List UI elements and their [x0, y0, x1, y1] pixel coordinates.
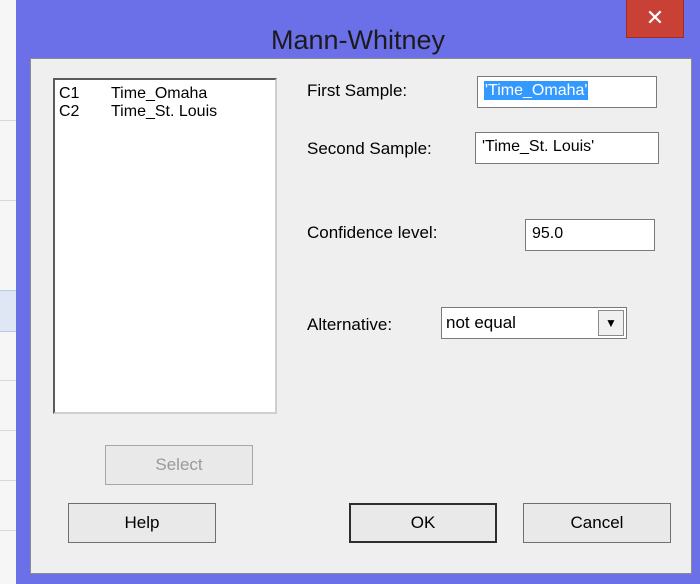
- alternative-value: not equal: [446, 313, 516, 332]
- alternative-label: Alternative:: [307, 315, 393, 334]
- first-sample-value: 'Time_Omaha': [484, 81, 589, 100]
- confidence-level-field[interactable]: 95.0: [525, 219, 655, 251]
- mann-whitney-dialog: Mann-Whitney ✕ C1 Time_Omaha C2 Time_St. L…: [16, 0, 700, 584]
- column-name: Time_St. Louis: [111, 103, 218, 120]
- column-id: C1: [59, 85, 80, 102]
- confidence-level-label: Confidence level:: [307, 223, 438, 242]
- close-button[interactable]: ✕: [626, 0, 684, 38]
- help-button[interactable]: Help: [68, 503, 216, 543]
- first-sample-label: First Sample:: [307, 81, 408, 100]
- chevron-down-icon[interactable]: ▼: [598, 310, 624, 336]
- column-name: Time_Omaha: [111, 85, 208, 102]
- confidence-level-value: 95.0: [532, 225, 564, 242]
- second-sample-value: 'Time_St. Louis': [482, 138, 595, 155]
- dialog-title: Mann-Whitney: [270, 25, 446, 55]
- select-button[interactable]: Select: [105, 445, 253, 485]
- list-item[interactable]: C2 Time_St. Louis: [59, 102, 217, 122]
- alternative-select[interactable]: not equal ▼: [441, 307, 627, 339]
- close-icon: ✕: [645, 5, 665, 30]
- column-listbox[interactable]: C1 Time_Omaha C2 Time_St. Louis: [53, 78, 277, 414]
- second-sample-field[interactable]: 'Time_St. Louis': [475, 132, 659, 164]
- list-item[interactable]: C1 Time_Omaha: [59, 84, 207, 104]
- ok-button[interactable]: OK: [349, 503, 497, 543]
- cancel-button[interactable]: Cancel: [523, 503, 671, 543]
- column-id: C2: [59, 103, 80, 120]
- second-sample-label: Second Sample:: [307, 139, 432, 158]
- dialog-body: C1 Time_Omaha C2 Time_St. Louis First Samp…: [30, 58, 692, 574]
- first-sample-field[interactable]: 'Time_Omaha': [477, 76, 657, 108]
